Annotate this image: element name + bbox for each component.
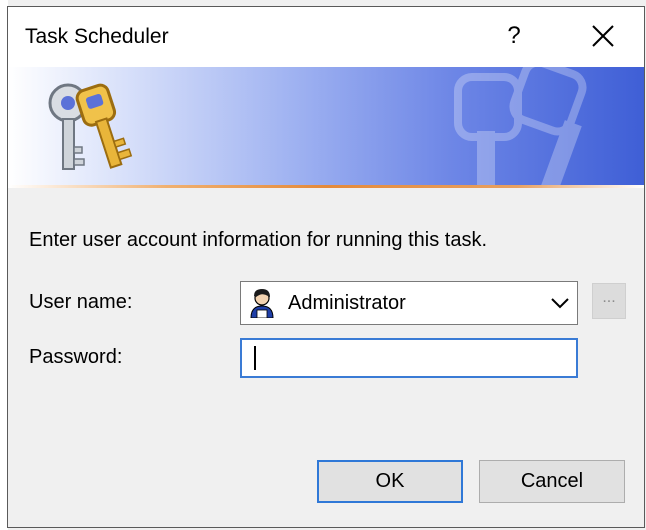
ok-button[interactable]: OK xyxy=(317,460,463,503)
help-icon: ? xyxy=(507,22,521,49)
user-avatar-icon xyxy=(248,288,276,318)
title-bar[interactable]: Task Scheduler ? xyxy=(8,7,644,67)
text-caret xyxy=(254,346,256,370)
username-label: User name: xyxy=(29,291,133,313)
keys-icon xyxy=(48,83,133,170)
username-value: Administrator xyxy=(288,292,406,314)
password-field[interactable] xyxy=(240,338,578,378)
password-label: Password: xyxy=(29,346,123,368)
dialog-content: Enter user account information for runni… xyxy=(8,188,644,527)
instruction-text: Enter user account information for runni… xyxy=(29,229,488,251)
keys-watermark-icon xyxy=(454,67,587,187)
window-title: Task Scheduler xyxy=(25,25,169,48)
close-button[interactable] xyxy=(573,7,633,65)
close-icon xyxy=(592,25,614,47)
chevron-down-icon[interactable] xyxy=(549,294,571,312)
header-banner xyxy=(8,67,644,187)
task-scheduler-dialog: Task Scheduler ? Enter user account info… xyxy=(7,6,645,528)
help-button[interactable]: ? xyxy=(486,7,542,65)
username-combobox[interactable]: Administrator xyxy=(240,281,578,325)
cancel-button[interactable]: Cancel xyxy=(479,460,625,503)
browse-user-button: ... xyxy=(592,283,626,319)
